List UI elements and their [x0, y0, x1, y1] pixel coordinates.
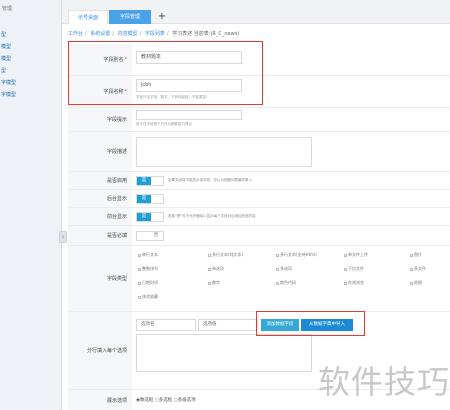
display-options-label: 展示选项 — [68, 390, 132, 410]
field-desc-textarea[interactable] — [136, 137, 312, 167]
type-option[interactable]: 多文件 — [410, 266, 426, 272]
toggle-on: 是 — [137, 195, 151, 203]
front-show-toggle[interactable]: 是 — [136, 212, 164, 222]
breadcrumb-item[interactable]: 系统设置 — [90, 31, 110, 37]
type-option[interactable]: 单文件上传 — [344, 252, 368, 258]
form-row-desc: 字段描述 — [68, 132, 450, 172]
enable-hint: 如果关闭将不能显示该字段，仅以为视图列表最终单入 — [168, 178, 252, 182]
form-row-required: 是否必填 否 — [68, 226, 450, 246]
breadcrumb-current: 学习表述 当前表:(R_C_news) — [172, 31, 240, 37]
backend-show-label: 后台显示 — [68, 190, 132, 207]
tab-home[interactable]: 示号桌面 — [68, 10, 108, 24]
type-option[interactable]: 多选项 — [276, 266, 292, 272]
toggle-on: 是 — [137, 213, 151, 221]
tab-bar: 示号桌面 字段管理 + — [62, 0, 450, 24]
options-textarea[interactable] — [136, 334, 312, 372]
display-radio-group[interactable]: ◉数选框 ○多选框 ○多级选项 — [136, 397, 196, 403]
sidebar-title: 管理 — [2, 6, 13, 12]
type-option[interactable]: 在线浏览 — [344, 280, 364, 286]
type-option[interactable]: 日期时间 — [138, 280, 158, 286]
type-option[interactable]: 多行文本(支持Html) — [276, 252, 317, 258]
breadcrumb-item[interactable]: 工作台 — [68, 31, 83, 37]
field-type-label: 字段类型 — [68, 246, 132, 311]
form-row-tip: 字段提示 用于在字段框下方作为删繁能力提示 — [68, 108, 450, 132]
option-name-input[interactable]: 选项名 — [136, 319, 196, 331]
type-option[interactable]: 下拉文件 — [344, 266, 364, 272]
breadcrumb-item[interactable]: 字段列表 — [145, 31, 165, 37]
sidebar-item[interactable]: 字模型 — [0, 91, 60, 98]
type-option[interactable]: 单选项 — [208, 266, 224, 272]
type-option[interactable]: 体验收藏 — [138, 294, 158, 300]
toggle-on: 是 — [137, 177, 151, 185]
highlight-box-import-button — [256, 311, 365, 336]
field-tip-hint: 用于在字段框下方作为删繁能力提示 — [136, 122, 192, 126]
sidebar: 管理 型 模型 模型 型 字模型 字模型 — [0, 0, 62, 410]
sidebar-collapse-icon[interactable]: ‹ — [59, 231, 67, 243]
sidebar-item[interactable]: 型 — [0, 31, 60, 38]
type-option[interactable]: 单行文本 — [138, 252, 158, 258]
field-desc-label: 字段描述 — [68, 132, 132, 171]
add-tab-icon[interactable]: + — [155, 10, 169, 24]
type-option[interactable]: 数字 — [208, 280, 220, 286]
option-value-input[interactable]: 选项值 — [198, 319, 258, 331]
required-label: 是否必填 — [68, 226, 132, 245]
toggle-off: 否 — [153, 233, 159, 238]
form-row-backend: 后台显示 是 — [68, 190, 450, 208]
type-option[interactable]: 整数排列 — [138, 266, 158, 272]
watermark: 软件技巧 — [318, 363, 450, 401]
field-tip-label: 字段提示 — [68, 108, 132, 131]
backend-show-toggle[interactable]: 是 — [136, 194, 164, 204]
breadcrumb: 工作台 / 系统设置 / 内容模型 / 字段列表 / 学习表述 当前表:(R_C_new… — [68, 31, 240, 37]
type-option[interactable]: 地图 — [410, 280, 422, 286]
multi-options-label: 分行填入每个选项 — [68, 312, 132, 389]
type-option[interactable]: 颜色代码 — [276, 280, 296, 286]
highlight-box-name-fields — [68, 41, 263, 105]
type-option[interactable]: 多行文本(纯文本) — [208, 252, 243, 258]
enable-toggle[interactable]: 是 — [136, 176, 164, 186]
form-row-type: 字段类型 单行文本 多行文本(纯文本) 多行文本(支持Html) 单文件上传 图… — [68, 246, 450, 312]
front-show-hint: 选择“是”时不允许删除以显示每个字段对应添加的面内容 — [168, 214, 256, 218]
sidebar-item[interactable]: 模型 — [0, 55, 60, 62]
type-option[interactable]: 图片 — [410, 252, 422, 258]
form-row-front: 前台显示 是 选择“是”时不允许删除以显示每个字段对应添加的面内容 — [68, 208, 450, 226]
required-toggle[interactable]: 否 — [136, 231, 164, 241]
sidebar-item[interactable]: 字模型 — [0, 79, 60, 86]
tab-field-manage[interactable]: 字段管理 — [109, 10, 151, 24]
sidebar-item[interactable]: 型 — [0, 67, 60, 74]
breadcrumb-item[interactable]: 内容模型 — [118, 31, 138, 37]
field-tip-input[interactable] — [136, 110, 242, 120]
enable-label: 是否启用 — [68, 172, 132, 189]
sidebar-item[interactable]: 模型 — [0, 43, 60, 50]
form-row-enable: 是否启用 是 如果关闭将不能显示该字段，仅以为视图列表最终单入 — [68, 172, 450, 190]
front-show-label: 前台显示 — [68, 208, 132, 225]
